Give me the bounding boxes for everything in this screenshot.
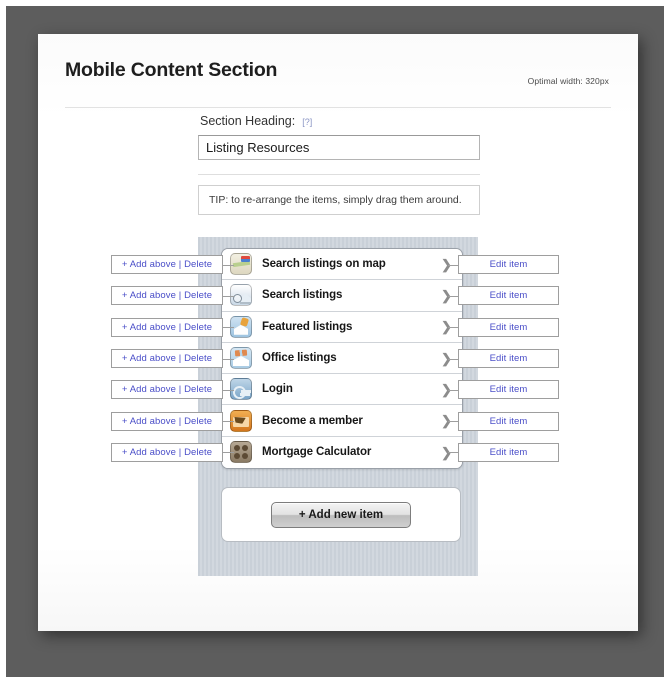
edit-item-button[interactable]: Edit item bbox=[458, 349, 559, 369]
add-above-delete-button[interactable]: + Add above | Delete bbox=[111, 317, 223, 337]
add-above-delete-button[interactable]: + Add above | Delete bbox=[111, 286, 223, 306]
add-above-delete-button[interactable]: + Add above | Delete bbox=[111, 411, 223, 431]
edit-item-button[interactable]: Edit item bbox=[458, 411, 559, 431]
list-item-label: Featured listings bbox=[262, 320, 353, 333]
optimal-width-note: Optimal width: 320px bbox=[527, 76, 609, 86]
list-item-label: Mortgage Calculator bbox=[262, 446, 372, 459]
connector-line bbox=[222, 358, 234, 360]
edit-item-button[interactable]: Edit item bbox=[458, 255, 559, 275]
list-item-label: Login bbox=[262, 383, 293, 396]
content-item-list[interactable]: Search listings on map ❯ Search listings ❯ F… bbox=[221, 248, 463, 470]
page-header: Mobile Content Section Optimal width: 32… bbox=[65, 56, 611, 108]
add-item-panel: + Add new item bbox=[221, 487, 461, 542]
connector-line bbox=[222, 452, 234, 454]
section-heading-label-row: Section Heading: [?] bbox=[198, 114, 480, 128]
page-card: Mobile Content Section Optimal width: 32… bbox=[38, 34, 638, 631]
app-frame: Mobile Content Section Optimal width: 32… bbox=[6, 6, 664, 677]
form-divider bbox=[198, 174, 480, 175]
list-item[interactable]: Featured listings ❯ bbox=[222, 311, 462, 343]
help-icon[interactable]: [?] bbox=[302, 117, 312, 127]
list-item[interactable]: Office listings ❯ bbox=[222, 342, 462, 375]
list-item-label: Search listings on map bbox=[262, 258, 386, 271]
add-above-delete-button[interactable]: + Add above | Delete bbox=[111, 255, 223, 275]
connector-line bbox=[222, 389, 234, 391]
edit-item-button[interactable]: Edit item bbox=[458, 380, 559, 400]
list-item[interactable]: Search listings ❯ bbox=[222, 280, 462, 312]
section-heading-form: Section Heading: [?] bbox=[198, 114, 480, 175]
edit-item-button[interactable]: Edit item bbox=[458, 442, 559, 462]
edit-item-button[interactable]: Edit item bbox=[458, 286, 559, 306]
connector-line bbox=[222, 421, 234, 423]
add-new-item-button[interactable]: + Add new item bbox=[271, 501, 411, 528]
list-item[interactable]: Login ❯ bbox=[222, 374, 462, 406]
connector-line bbox=[222, 295, 234, 297]
connector-line bbox=[222, 264, 234, 266]
tip-banner: TIP: to re-arrange the items, simply dra… bbox=[198, 185, 480, 215]
page-card-surface: Mobile Content Section Optimal width: 32… bbox=[38, 34, 638, 631]
header-divider bbox=[65, 107, 611, 108]
list-item[interactable]: Search listings on map ❯ bbox=[222, 249, 462, 281]
list-item-label: Office listings bbox=[262, 352, 337, 365]
edit-item-button[interactable]: Edit item bbox=[458, 317, 559, 337]
section-heading-label: Section Heading: bbox=[200, 114, 296, 128]
page-title: Mobile Content Section bbox=[65, 59, 278, 81]
list-item[interactable]: Become a member ❯ bbox=[222, 405, 462, 437]
add-above-delete-button[interactable]: + Add above | Delete bbox=[111, 380, 223, 400]
connector-line bbox=[222, 327, 234, 329]
list-item[interactable]: Mortgage Calculator ❯ bbox=[222, 436, 462, 469]
list-item-label: Search listings bbox=[262, 289, 343, 302]
add-above-delete-button[interactable]: + Add above | Delete bbox=[111, 442, 223, 462]
tip-text: TIP: to re-arrange the items, simply dra… bbox=[209, 194, 462, 206]
add-above-delete-button[interactable]: + Add above | Delete bbox=[111, 349, 223, 369]
list-item-label: Become a member bbox=[262, 414, 363, 427]
section-heading-input[interactable] bbox=[198, 135, 480, 160]
